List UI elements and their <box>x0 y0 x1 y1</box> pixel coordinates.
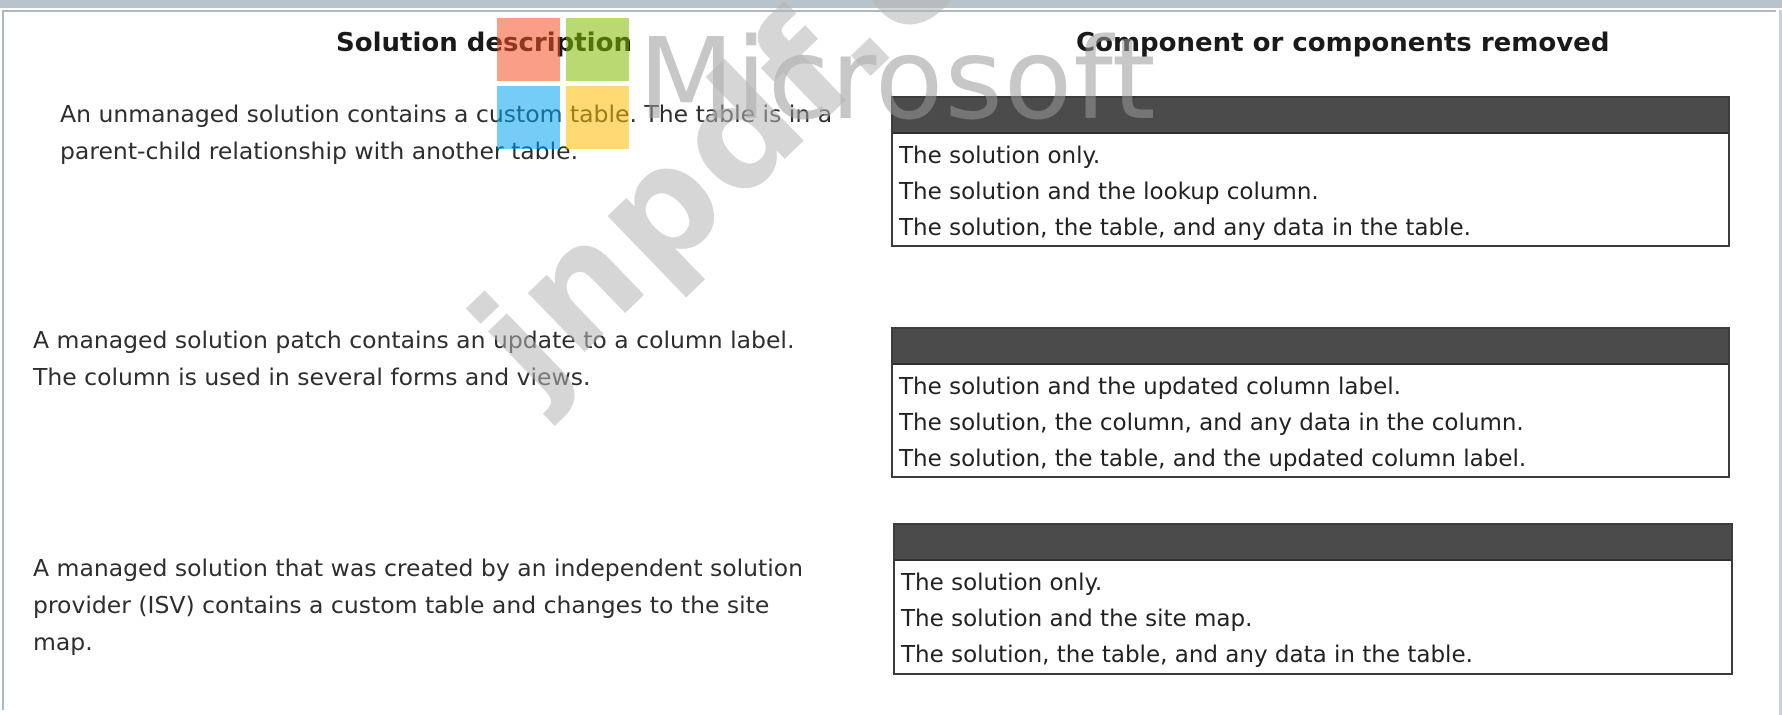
solution-description-3: A managed solution that was created by a… <box>33 554 804 656</box>
solution-description-1: An unmanaged solution contains a custom … <box>60 100 833 165</box>
dropdown-option[interactable]: The solution, the table, and any data in… <box>899 210 1728 246</box>
dropdown-options: The solution and the updated column labe… <box>893 365 1728 477</box>
dropdown-option[interactable]: The solution, the column, and any data i… <box>899 405 1728 441</box>
dropdown-options: The solution only. The solution and the … <box>895 561 1731 673</box>
dropdown-option[interactable]: The solution and the site map. <box>901 601 1731 637</box>
dropdown-option[interactable]: The solution, the table, and the updated… <box>899 441 1728 477</box>
dropdown-option[interactable]: The solution only. <box>901 565 1731 601</box>
answer-dropdown-2[interactable]: The solution and the updated column labe… <box>891 327 1730 478</box>
answer-dropdown-1[interactable]: The solution only. The solution and the … <box>891 96 1730 247</box>
solution-description-header: Solution description <box>336 28 632 58</box>
dropdown-option[interactable]: The solution, the table, and any data in… <box>901 637 1731 673</box>
dropdown-selection-area[interactable] <box>895 525 1731 561</box>
top-border <box>0 0 1782 8</box>
solution-description-2: A managed solution patch contains an upd… <box>33 326 795 391</box>
dropdown-option[interactable]: The solution only. <box>899 138 1728 174</box>
dropdown-selection-area[interactable] <box>893 98 1728 134</box>
dropdown-selection-area[interactable] <box>893 329 1728 365</box>
dropdown-options: The solution only. The solution and the … <box>893 134 1728 246</box>
components-removed-header: Component or components removed <box>1076 28 1610 58</box>
dropdown-option[interactable]: The solution and the updated column labe… <box>899 369 1728 405</box>
dropdown-option[interactable]: The solution and the lookup column. <box>899 174 1728 210</box>
answer-dropdown-3[interactable]: The solution only. The solution and the … <box>893 523 1733 675</box>
